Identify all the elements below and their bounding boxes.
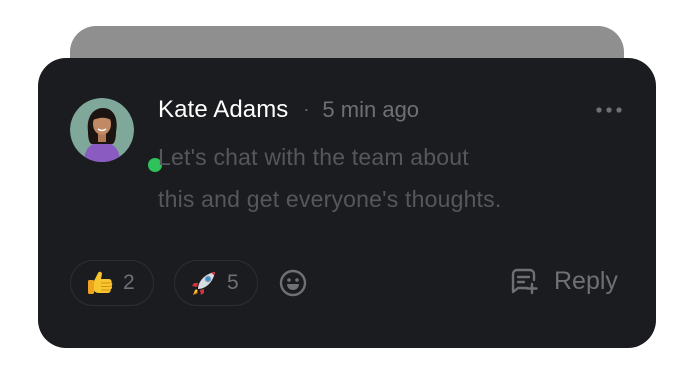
message-line: this and get everyone's thoughts. <box>158 186 502 212</box>
reaction-count: 2 <box>123 271 135 294</box>
author-name[interactable]: Kate Adams <box>158 96 288 124</box>
reaction-rocket[interactable]: 5 <box>174 260 258 306</box>
smiley-icon[interactable] <box>278 268 308 298</box>
comment-header: Kate Adams · 5 min ago <box>158 96 419 124</box>
header-separator: · <box>303 99 310 119</box>
comment-message: Let's chat with the team about this and … <box>158 136 598 220</box>
more-horizontal-icon[interactable] <box>594 100 624 120</box>
reply-button[interactable]: Reply <box>508 266 618 296</box>
message-line: Let's chat with the team about <box>158 144 469 170</box>
avatar-image <box>70 98 134 162</box>
reply-label: Reply <box>554 266 618 295</box>
comment-stage: Kate Adams · 5 min ago Let's chat with t… <box>0 0 694 374</box>
reaction-count: 5 <box>227 271 239 294</box>
avatar[interactable] <box>70 98 166 176</box>
comment-card: Kate Adams · 5 min ago Let's chat with t… <box>38 58 656 348</box>
thumbs-up-icon <box>88 271 113 294</box>
timestamp: 5 min ago <box>322 97 420 122</box>
reply-message-icon <box>511 268 538 295</box>
rocket-icon <box>192 272 215 295</box>
reaction-thumbs-up[interactable]: 2 <box>70 260 154 306</box>
